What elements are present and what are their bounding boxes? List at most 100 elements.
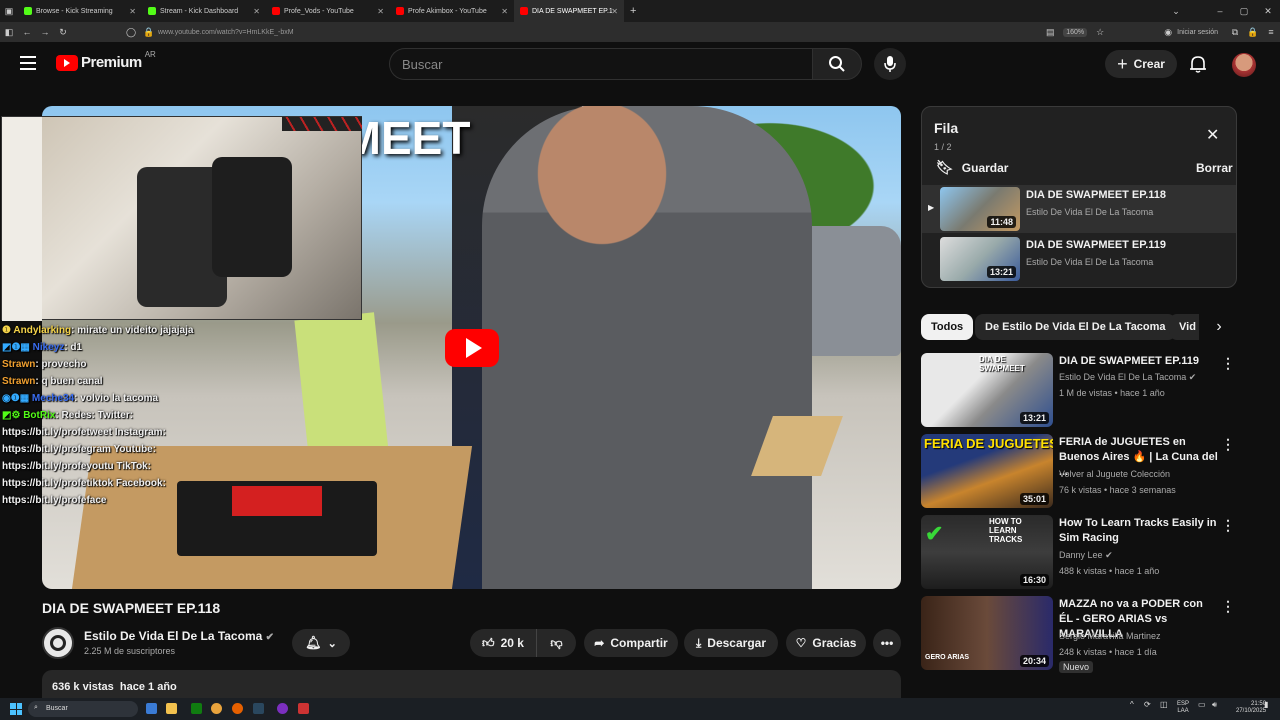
dislike-button[interactable]: 👎︎ [536,629,576,657]
tray-app-icon[interactable]: ◫ [1160,701,1168,709]
app-icon[interactable] [277,703,288,714]
chip-videos[interactable]: Vid [1169,314,1199,340]
file-explorer-icon[interactable] [166,703,177,714]
avatar[interactable] [1232,53,1256,77]
xbox-icon[interactable] [191,703,202,714]
close-tab-icon[interactable]: ✕ [377,7,384,16]
recommendation-item[interactable]: GERO ARIAS 20:34 MAZZA no va a PODER con… [921,596,1237,673]
queue-position: 1 / 2 [934,142,952,152]
more-options-icon[interactable]: ⋮ [1221,436,1235,453]
notifications-bell-icon[interactable] [1188,54,1208,79]
chip-all[interactable]: Todos [921,314,974,340]
download-button[interactable]: ⤓ Descargar [684,629,778,657]
lock-icon[interactable]: 🔒 [1244,27,1262,38]
play-button[interactable] [445,329,499,367]
reload-icon[interactable]: ↻ [54,27,72,38]
like-button[interactable]: 👍︎ 20 k [470,629,536,657]
verified-icon: ✔ [1188,372,1197,382]
back-icon[interactable]: ← [18,27,36,37]
more-options-icon[interactable]: ⋮ [1221,355,1235,372]
recommendation-item[interactable]: FERIA DE JUGUETES 35:01 FERIA de JUGUETE… [921,434,1237,510]
channel-avatar[interactable] [42,627,74,659]
voice-search-button[interactable] [874,48,906,80]
tray-chevron-icon[interactable]: ^ [1130,701,1134,709]
save-queue-button[interactable]: 🔖︎ Guardar [936,159,1008,176]
firefox-icon[interactable] [232,703,243,714]
lock-icon[interactable]: 🔒 [140,27,158,38]
browser-tab-active[interactable]: DIA DE SWAPMEET EP.118 - Yo✕ [514,0,624,22]
chip-channel[interactable]: De Estilo De Vida El De La Tacoma [975,314,1176,340]
chat-user: Nikeyz [32,342,65,353]
new-tab-button[interactable]: + [630,5,636,17]
thanks-button[interactable]: ♡ Gracias [786,629,866,657]
chrome-icon[interactable] [211,703,222,714]
chat-badge-icon: ◉❶▦ [2,393,32,404]
channel-name-row[interactable]: Estilo De Vida El De La Tacoma ✔ [84,629,274,643]
create-button[interactable]: + Crear [1105,50,1177,78]
task-view-icon[interactable] [146,703,157,714]
clock[interactable]: 21:50 27/10/2025 [1236,701,1266,715]
taskbar-search[interactable]: ⌕ Buscar [28,701,138,717]
close-tab-icon[interactable]: ✕ [253,7,260,16]
youtube-premium-logo[interactable]: Premium AR [56,50,156,71]
search-button[interactable] [812,48,862,80]
thanks-label: Gracias [812,636,857,650]
sidebar-toggle-icon[interactable]: ◧ [0,27,18,38]
notification-center-icon[interactable]: ▮ [1264,701,1268,709]
thumbs-down-icon: 👎︎ [550,635,563,650]
extensions-icon[interactable]: ⧉ [1226,27,1244,38]
close-tab-icon[interactable]: ✕ [501,7,508,16]
more-options-icon[interactable]: ⋮ [1221,598,1235,615]
zoom-level[interactable]: 160% [1063,27,1088,37]
chevron-right-icon[interactable]: › [1206,314,1232,340]
queue-item-current[interactable]: ▶ 11:48 DIA DE SWAPMEET EP.118 Estilo De… [922,185,1236,233]
app-icon[interactable] [298,703,309,714]
tracking-protection-icon[interactable]: ◯ [122,27,140,38]
windows-start-icon[interactable] [10,703,22,715]
recommendation-item[interactable]: ✔ HOW TO LEARN TRACKS 16:30 How To Learn… [921,515,1237,591]
region-label: AR [144,50,156,59]
language-indicator[interactable]: ESP LAA [1177,701,1189,715]
tray-app-icon[interactable]: ⟳ [1144,701,1151,709]
close-tab-icon[interactable]: ✕ [129,7,136,16]
more-actions-button[interactable]: ••• [873,629,901,657]
browser-tab[interactable]: Browse - Kick Streaming ✕ [18,0,142,22]
tab-list-chevron-icon[interactable]: ⌄ [1164,6,1188,17]
network-icon[interactable]: ▭ [1198,701,1206,709]
menu-icon[interactable]: ≡ [1262,27,1280,37]
chat-message: ◉❶▦ Meche34: volvio la tacoma [2,390,222,407]
subscription-bell-button[interactable]: 🔔︎ ⌄ [292,629,350,657]
clear-queue-button[interactable]: Borrar [1196,161,1233,175]
minimize-icon[interactable]: – [1208,6,1232,16]
search-input[interactable]: Buscar [389,48,813,80]
url-field[interactable]: www.youtube.com/watch?v=HmLKkE_-bxM [158,29,294,36]
hamburger-menu-icon[interactable] [20,56,36,70]
signin-button[interactable]: Iniciar sesión [1177,29,1218,36]
youtube-play-logo-icon [56,54,78,71]
recommendation-item[interactable]: DIA DE SWAPMEET 13:21 DIA DE SWAPMEET EP… [921,353,1237,429]
close-queue-icon[interactable]: ✕ [1206,125,1219,145]
chat-text: : Redes: Twitter: [55,410,134,421]
reader-view-icon[interactable]: ▤ [1041,27,1059,38]
duration: 20:34 [1019,655,1049,667]
forward-icon[interactable]: → [36,27,54,37]
maximize-icon[interactable]: ▢ [1232,6,1256,17]
browser-tab[interactable]: Profe_Vods - YouTube ✕ [266,0,390,22]
browser-tab[interactable]: Stream - Kick Dashboard ✕ [142,0,266,22]
queue-thumbnail: 11:48 [940,187,1020,231]
share-button[interactable]: ➦ Compartir [584,629,678,657]
queue-item[interactable]: 13:21 DIA DE SWAPMEET EP.119 Estilo De V… [922,235,1236,283]
volume-icon[interactable]: 🔊︎ [1212,701,1217,709]
more-options-icon[interactable]: ⋮ [1221,517,1235,534]
close-window-icon[interactable]: ✕ [1256,6,1280,17]
close-tab-icon[interactable]: ✕ [611,7,618,16]
account-icon[interactable]: ◉ [1159,27,1177,38]
browser-menu-icon[interactable]: ▣ [0,6,18,17]
steam-icon[interactable] [253,703,264,714]
thanks-heart-icon: ♡ [795,636,807,650]
bookmark-star-icon[interactable]: ☆ [1091,27,1109,38]
browser-tab[interactable]: Profe Akimbox - YouTube ✕ [390,0,514,22]
office-chair [212,157,292,277]
description-box[interactable]: 636 k vistas hace 1 año [42,670,901,700]
chat-text: https://bit.ly/profeface [2,495,107,506]
